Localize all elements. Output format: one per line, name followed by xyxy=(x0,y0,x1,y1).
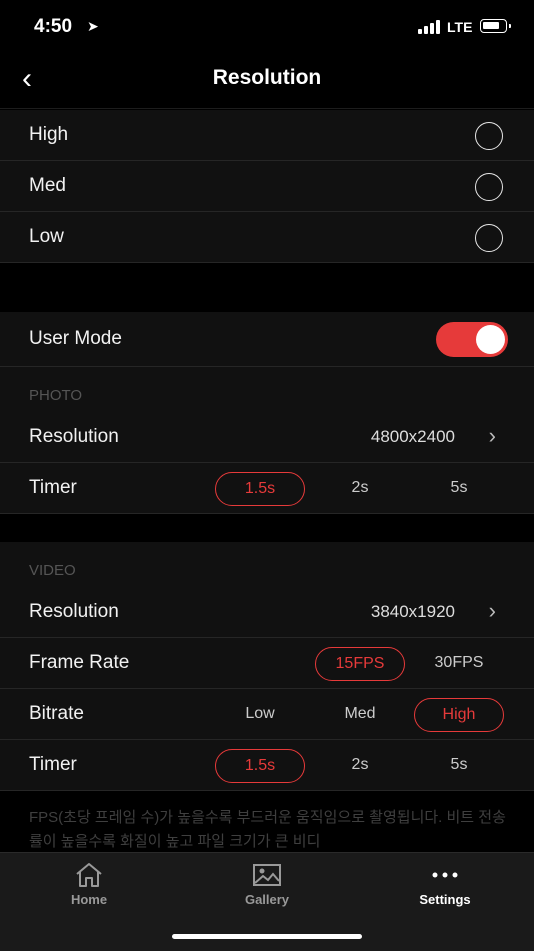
section-label: VIDEO xyxy=(29,562,76,579)
status-bar: 4:50 ➤ LTE xyxy=(0,0,534,56)
option-label: High xyxy=(29,124,69,145)
frame-rate-option-30fps[interactable]: 30FPS xyxy=(414,647,504,681)
signal-icon xyxy=(418,20,444,34)
user-mode-label: User Mode xyxy=(29,328,122,349)
image-icon xyxy=(207,861,327,889)
option-label: Low xyxy=(29,226,64,247)
tab-label: Gallery xyxy=(244,892,290,907)
photo-resolution-value: 4800x2400 xyxy=(370,427,455,446)
photo-resolution-row[interactable]: Resolution 4800x2400 › xyxy=(0,412,534,463)
bitrate-option-low[interactable]: Low xyxy=(215,698,305,732)
radio-button[interactable] xyxy=(475,173,503,201)
row-label: Timer xyxy=(29,477,77,498)
timer-option-2s[interactable]: 2s xyxy=(315,749,405,783)
frame-rate-option-15fps[interactable]: 15FPS xyxy=(315,647,405,681)
tab-home[interactable]: Home xyxy=(29,861,149,907)
row-label: Resolution xyxy=(29,601,119,622)
chevron-right-icon: › xyxy=(488,423,496,448)
bitrate-option-high[interactable]: High xyxy=(414,698,504,732)
status-time: 4:50 xyxy=(34,16,73,37)
user-mode-toggle[interactable] xyxy=(436,322,508,357)
row-label: Bitrate xyxy=(29,703,84,724)
option-label: Med xyxy=(29,175,66,196)
bitrate-row: Bitrate Low Med High xyxy=(0,689,534,740)
chevron-right-icon: › xyxy=(488,598,496,623)
timer-option-1-5s[interactable]: 1.5s xyxy=(215,472,305,506)
photo-timer-row: Timer 1.5s 2s 5s xyxy=(0,463,534,514)
video-section-header: VIDEO xyxy=(0,542,534,587)
more-dots-icon xyxy=(385,861,505,889)
row-label: Frame Rate xyxy=(29,652,130,673)
tab-settings[interactable]: Settings xyxy=(385,861,505,907)
timer-option-2s[interactable]: 2s xyxy=(315,472,405,506)
radio-button[interactable] xyxy=(475,122,503,150)
bitrate-option-med[interactable]: Med xyxy=(315,698,405,732)
info-note: FPS(초당 프레임 수)가 높을수록 부드러운 움직임으로 촬영됩니다. 비트… xyxy=(29,809,506,850)
user-mode-row: User Mode xyxy=(0,312,534,367)
timer-option-5s[interactable]: 5s xyxy=(414,749,504,783)
resolution-option-med[interactable]: Med xyxy=(0,161,534,212)
timer-option-1-5s[interactable]: 1.5s xyxy=(215,749,305,783)
tab-gallery[interactable]: Gallery xyxy=(207,861,327,907)
row-label: Timer xyxy=(29,754,77,775)
video-resolution-value: 3840x1920 xyxy=(370,602,455,621)
section-label: PHOTO xyxy=(29,387,83,404)
video-timer-row: Timer 1.5s 2s 5s xyxy=(0,740,534,791)
video-resolution-row[interactable]: Resolution 3840x1920 › xyxy=(0,587,534,638)
network-label: LTE xyxy=(447,19,473,35)
tab-label: Home xyxy=(70,892,108,907)
photo-section-header: PHOTO xyxy=(0,367,534,412)
location-arrow-icon: ➤ xyxy=(87,18,99,34)
timer-option-5s[interactable]: 5s xyxy=(414,472,504,506)
home-icon xyxy=(29,861,149,889)
home-indicator xyxy=(172,934,362,939)
frame-rate-row: Frame Rate 15FPS 30FPS xyxy=(0,638,534,689)
row-label: Resolution xyxy=(29,426,119,447)
nav-bar: ‹ Resolution xyxy=(0,56,534,109)
resolution-option-low[interactable]: Low xyxy=(0,212,534,263)
battery-icon xyxy=(480,19,511,33)
resolution-option-high[interactable]: High xyxy=(0,110,534,161)
page-title: Resolution xyxy=(212,66,322,89)
radio-button[interactable] xyxy=(475,224,503,252)
tab-label: Settings xyxy=(419,892,471,907)
